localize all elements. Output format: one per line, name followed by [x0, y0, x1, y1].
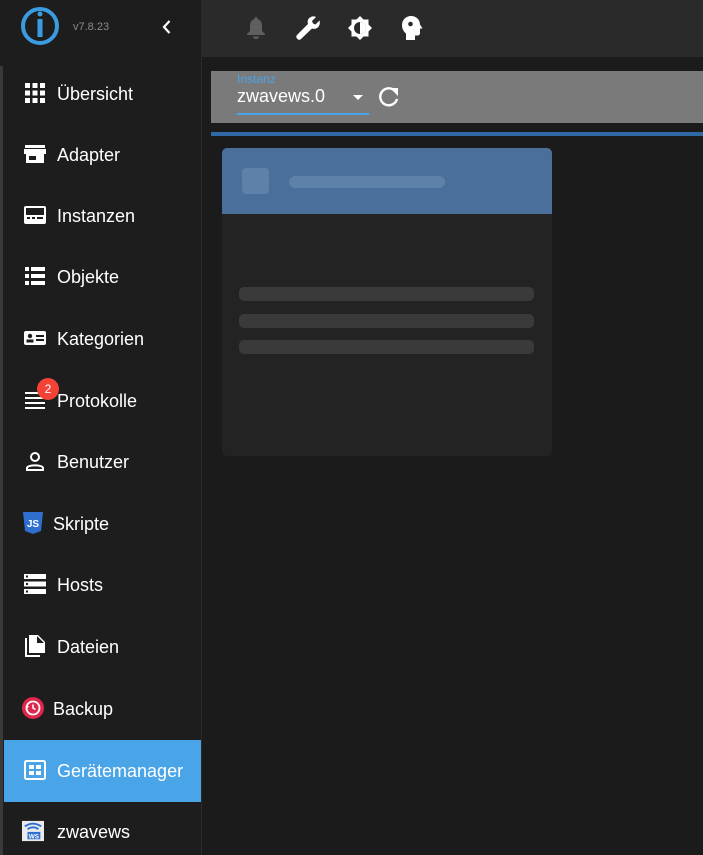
- bell-icon[interactable]: [242, 14, 270, 42]
- chevron-down-icon: [353, 95, 363, 100]
- js-icon: JS: [22, 512, 44, 534]
- collapse-sidebar-icon[interactable]: [156, 16, 178, 38]
- skeleton-icon-placeholder: [242, 168, 269, 194]
- sidebar-item-zwavews[interactable]: WS zwavews: [4, 804, 201, 855]
- category-icon: [24, 327, 46, 349]
- loading-indicator: [211, 132, 703, 136]
- skeleton-title-placeholder: [289, 176, 445, 188]
- sidebar-item-label: Kategorien: [57, 328, 145, 349]
- sidebar-item-protokolle[interactable]: 2 Protokolle: [4, 373, 201, 429]
- sidebar-divider: [0, 66, 3, 855]
- sidebar-item-kategorien[interactable]: Kategorien: [4, 311, 201, 367]
- hosts-icon: [24, 573, 46, 595]
- sidebar-item-label: Skripte: [53, 513, 110, 534]
- sidebar-item-label: Protokolle: [57, 390, 138, 411]
- sidebar-item-label: Dateien: [57, 636, 120, 657]
- zwavews-icon: WS: [22, 820, 44, 842]
- svg-text:WS: WS: [29, 833, 40, 840]
- sidebar-item-label: Adapter: [57, 144, 121, 165]
- device-manager-icon: [24, 759, 46, 781]
- instances-icon: [24, 204, 46, 226]
- top-toolbar: [202, 0, 703, 57]
- refresh-icon[interactable]: [377, 85, 401, 109]
- sidebar-item-label: Gerätemanager: [57, 760, 184, 781]
- sidebar-item-label: Instanzen: [57, 205, 136, 226]
- sidebar-item-geraetemanager[interactable]: Gerätemanager: [4, 740, 201, 802]
- list-icon: [24, 265, 46, 287]
- instance-select[interactable]: zwavews.0: [237, 85, 369, 115]
- sidebar-item-label: Backup: [53, 698, 114, 719]
- version-label: v7.8.23: [73, 21, 110, 33]
- device-card-skeleton: [222, 148, 552, 456]
- card-header-skeleton: [222, 148, 552, 214]
- instance-bar: Instanz zwavews.0: [211, 71, 703, 123]
- sidebar-item-backup[interactable]: Backup: [4, 681, 201, 737]
- sidebar-item-label: Objekte: [57, 266, 120, 287]
- skeleton-line: [239, 340, 534, 354]
- wrench-icon[interactable]: [294, 14, 322, 42]
- sidebar-header: v7.8.23: [0, 0, 202, 55]
- sidebar-item-label: Übersicht: [57, 83, 134, 104]
- store-icon: [24, 143, 46, 165]
- instance-label: Instanz: [237, 72, 276, 86]
- sidebar-item-benutzer[interactable]: Benutzer: [4, 434, 201, 490]
- sidebar-item-uebersicht[interactable]: Übersicht: [4, 66, 201, 122]
- skeleton-line: [239, 287, 534, 301]
- files-icon: [24, 635, 46, 657]
- sidebar-item-label: Hosts: [57, 574, 104, 595]
- grid-icon: [24, 82, 46, 104]
- sidebar-item-label: zwavews: [57, 821, 131, 842]
- instance-value: zwavews.0: [237, 86, 326, 106]
- sidebar-item-objekte[interactable]: Objekte: [4, 249, 201, 305]
- svg-text:JS: JS: [27, 519, 40, 530]
- user-icon: [24, 450, 46, 472]
- sidebar-item-instanzen[interactable]: Instanzen: [4, 188, 201, 244]
- iobroker-logo-icon[interactable]: [20, 6, 60, 46]
- sidebar: v7.8.23 Übersicht Adapter Instanzen Obje…: [0, 0, 202, 855]
- sidebar-item-dateien[interactable]: Dateien: [4, 619, 201, 675]
- sidebar-item-hosts[interactable]: Hosts: [4, 557, 201, 613]
- sidebar-item-adapter[interactable]: Adapter: [4, 127, 201, 183]
- app-root: v7.8.23 Übersicht Adapter Instanzen Obje…: [0, 0, 703, 855]
- theme-icon[interactable]: [346, 14, 374, 42]
- sidebar-item-skripte[interactable]: JS Skripte: [4, 496, 201, 552]
- sidebar-item-label: Benutzer: [57, 451, 130, 472]
- backup-icon: [22, 697, 44, 719]
- notification-badge: 2: [37, 378, 59, 400]
- expert-mode-icon[interactable]: [398, 14, 426, 42]
- skeleton-line: [239, 314, 534, 328]
